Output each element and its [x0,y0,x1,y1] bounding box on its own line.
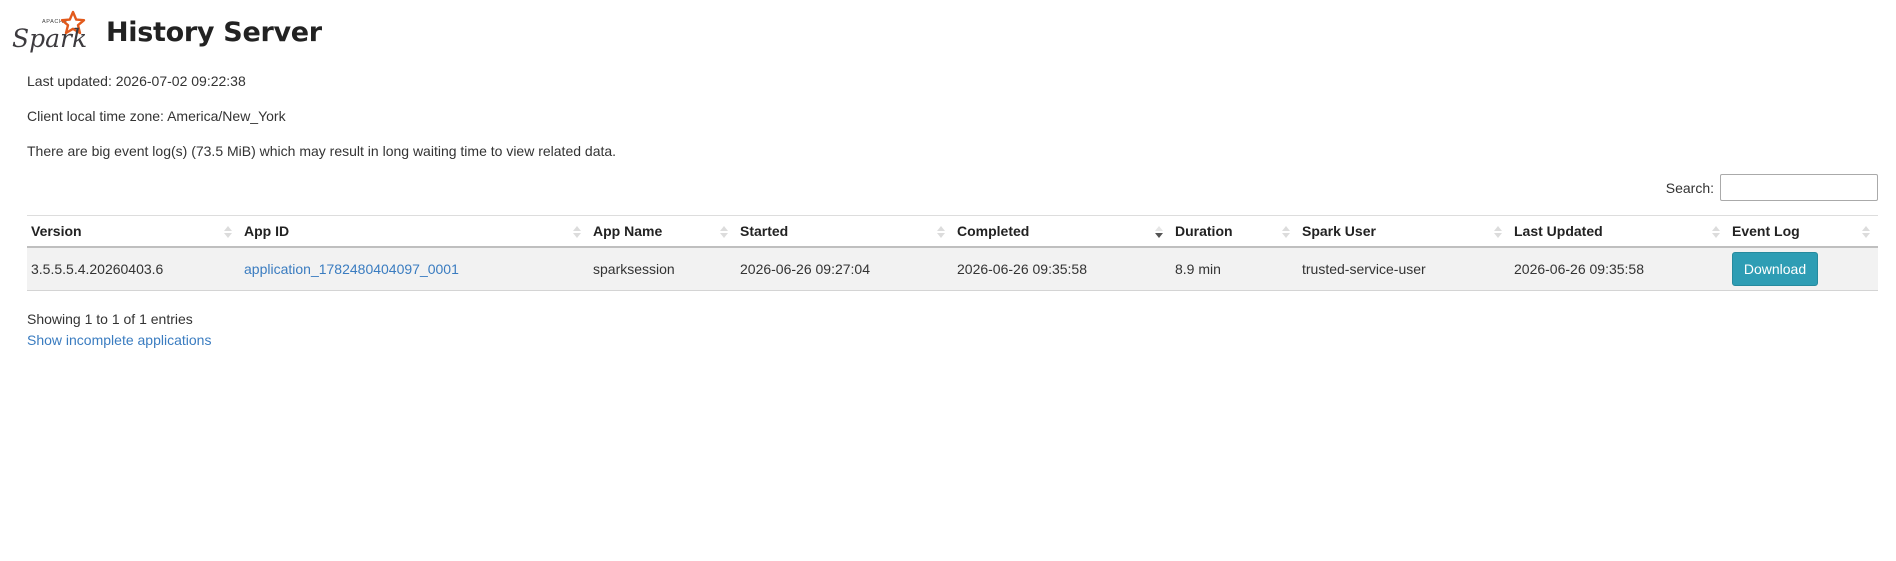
entries-info: Showing 1 to 1 of 1 entries [27,311,193,327]
column-header-duration[interactable]: Duration [1171,215,1298,248]
column-header-label: Version [31,222,82,239]
column-header-app-id[interactable]: App ID [240,215,589,248]
table-row: 3.5.5.5.4.20260403.6 application_1782480… [27,246,1878,291]
column-header-event-log[interactable]: Event Log [1728,215,1878,248]
column-header-completed[interactable]: Completed [953,215,1171,248]
column-header-label: Event Log [1732,222,1800,239]
cell-completed: 2026-06-26 09:35:58 [953,246,1171,291]
column-header-last-updated[interactable]: Last Updated [1510,215,1728,248]
applications-table-wrapper: Version App ID App Name Started Completed Dur… [27,215,1878,291]
sort-both-icon [224,225,232,239]
sort-both-icon [1712,225,1720,239]
column-header-label: App ID [244,222,290,239]
sort-both-icon [1862,225,1870,239]
last-updated-text: Last updated: 2026-07-02 09:22:38 [27,73,246,89]
sort-both-icon [937,225,945,239]
column-header-label: Duration [1175,222,1233,239]
cell-started: 2026-06-26 09:27:04 [736,246,953,291]
sort-desc-icon [1155,225,1163,239]
column-header-version[interactable]: Version [27,215,240,248]
page-header: APACHE Spark History Server [12,10,322,54]
column-header-label: Spark User [1302,222,1376,239]
app-id-link[interactable]: application_1782480404097_0001 [244,261,459,277]
sort-both-icon [1494,225,1502,239]
sort-both-icon [573,225,581,239]
show-incomplete-link[interactable]: Show incomplete applications [27,332,211,348]
cell-spark-user: trusted-service-user [1298,246,1510,291]
page-title: History Server [106,16,322,48]
cell-last-updated: 2026-06-26 09:35:58 [1510,246,1728,291]
cell-app-id: application_1782480404097_0001 [240,246,589,291]
search-input[interactable] [1720,174,1878,201]
search-bar: Search: [1666,174,1878,201]
column-header-label: Completed [957,222,1030,239]
big-log-warning: There are big event log(s) (73.5 MiB) wh… [27,143,617,159]
column-header-label: Last Updated [1514,222,1603,239]
spark-logo[interactable]: APACHE Spark [12,10,92,54]
table-header-row: Version App ID App Name Started Completed Dur… [27,215,1878,248]
cell-duration: 8.9 min [1171,246,1298,291]
column-header-app-name[interactable]: App Name [589,215,736,248]
column-header-label: App Name [593,222,663,239]
sort-both-icon [720,225,728,239]
download-button[interactable]: Download [1732,251,1818,286]
cell-app-name: sparksession [589,246,736,291]
column-header-spark-user[interactable]: Spark User [1298,215,1510,248]
timezone-text: Client local time zone: America/New_York [27,108,286,124]
sort-both-icon [1282,225,1290,239]
column-header-label: Started [740,222,789,239]
logo-text: Spark [12,24,87,53]
cell-event-log: Download [1728,246,1878,291]
column-header-started[interactable]: Started [736,215,953,248]
applications-table: Version App ID App Name Started Completed Dur… [27,215,1878,291]
cell-version: 3.5.5.5.4.20260403.6 [27,246,240,291]
search-label: Search: [1665,179,1714,196]
